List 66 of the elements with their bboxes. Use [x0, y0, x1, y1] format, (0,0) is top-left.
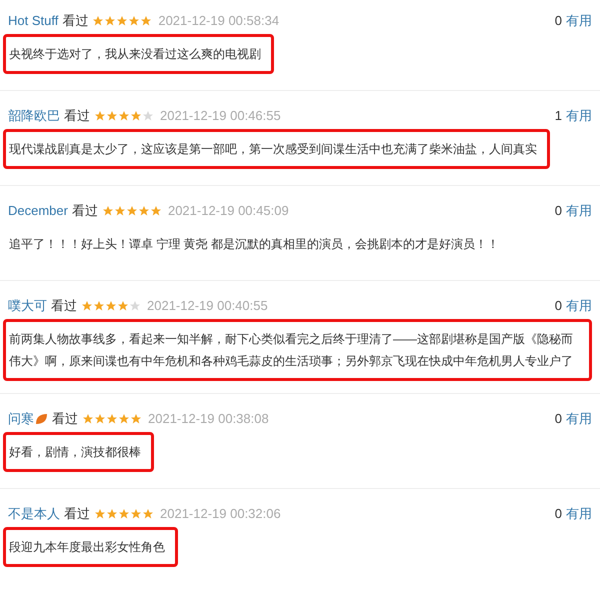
comment-time: 2021-12-19 00:38:08 — [148, 410, 269, 428]
useful-link[interactable]: 有用 — [566, 11, 592, 31]
vote-count: 0 — [554, 505, 562, 524]
star-icon — [118, 413, 130, 425]
star-icon — [82, 413, 94, 425]
username-link[interactable]: Hot Stuff — [8, 11, 58, 31]
star-icon — [92, 15, 104, 27]
star-icon — [94, 110, 106, 122]
vote-count: 0 — [554, 202, 562, 220]
star-icon — [104, 15, 116, 27]
star-icon — [142, 110, 154, 122]
star-icon — [150, 205, 162, 217]
star-icon — [106, 110, 118, 122]
star-icon — [118, 508, 130, 520]
useful-link[interactable]: 有用 — [566, 504, 592, 524]
star-icon — [130, 110, 142, 122]
username-link[interactable]: 噗大可 — [8, 296, 47, 316]
comment-time: 2021-12-19 00:45:09 — [168, 202, 289, 220]
useful-link[interactable]: 有用 — [566, 296, 592, 316]
star-icon — [102, 205, 114, 217]
comment-time: 2021-12-19 00:40:55 — [147, 297, 268, 316]
star-icon — [128, 15, 140, 27]
username-link[interactable]: 韶降欧巴 — [8, 106, 60, 126]
star-icon — [81, 300, 93, 312]
star-icon — [142, 508, 154, 520]
watched-label: 看过 — [72, 202, 98, 220]
comment-time: 2021-12-19 00:32:06 — [160, 505, 281, 524]
star-icon — [118, 110, 130, 122]
comment-text: 追平了！！！好上头！谭卓 宁理 黄尧 都是沉默的真相里的演员，会挑剧本的才是好演员！！ — [9, 236, 500, 253]
star-icon — [126, 205, 138, 217]
watched-label: 看过 — [62, 12, 88, 30]
watched-label: 看过 — [52, 410, 78, 428]
useful-link[interactable]: 有用 — [566, 106, 592, 126]
comment-text: 央视终于选对了，我从来没看过这么爽的电视剧 — [9, 46, 261, 63]
comment-text: 段迎九本年度最出彩女性角色 — [9, 539, 165, 556]
useful-link[interactable]: 有用 — [566, 409, 592, 429]
comment-time: 2021-12-19 00:46:55 — [160, 107, 281, 126]
star-icon — [93, 300, 105, 312]
star-icon — [106, 413, 118, 425]
star-icon — [94, 413, 106, 425]
star-icon — [117, 300, 129, 312]
watched-label: 看过 — [51, 297, 77, 316]
star-icon — [105, 300, 117, 312]
star-icon — [138, 205, 150, 217]
username-link[interactable]: 不是本人 — [8, 504, 60, 524]
star-icon — [106, 508, 118, 520]
star-icon — [129, 300, 141, 312]
star-icon — [130, 508, 142, 520]
comment-time: 2021-12-19 00:58:34 — [158, 12, 280, 30]
star-icon — [114, 205, 126, 217]
star-icon — [116, 15, 128, 27]
vote-count: 1 — [554, 107, 562, 126]
vote-count: 0 — [554, 12, 562, 30]
comment-text: 好看，剧情，演技都很棒 — [9, 444, 141, 461]
watched-label: 看过 — [64, 505, 90, 524]
comment-text: 现代谍战剧真是太少了，这应该是第一部吧，第一次感受到间谍生活中也充满了柴米油盐，人间真实 — [9, 141, 537, 158]
vote-count: 0 — [554, 410, 562, 428]
star-icon — [130, 413, 142, 425]
vote-count: 0 — [554, 297, 562, 316]
username-link[interactable]: 问寒 — [8, 409, 34, 429]
comment-text: 前两集人物故事线多，看起来一知半解，耐下心类似看完之后终于理清了——这部剧堪称是国产版《隐秘而伟大》啊，原来间谍也有中年危机和各种鸡毛蒜皮的生活琐事；另外郭京飞现在快成中年危机男人专业户了 — [9, 331, 574, 370]
watched-label: 看过 — [64, 107, 90, 126]
username-link[interactable]: December — [8, 201, 68, 221]
star-icon — [94, 508, 106, 520]
useful-link[interactable]: 有用 — [566, 201, 592, 221]
star-icon — [140, 15, 152, 27]
